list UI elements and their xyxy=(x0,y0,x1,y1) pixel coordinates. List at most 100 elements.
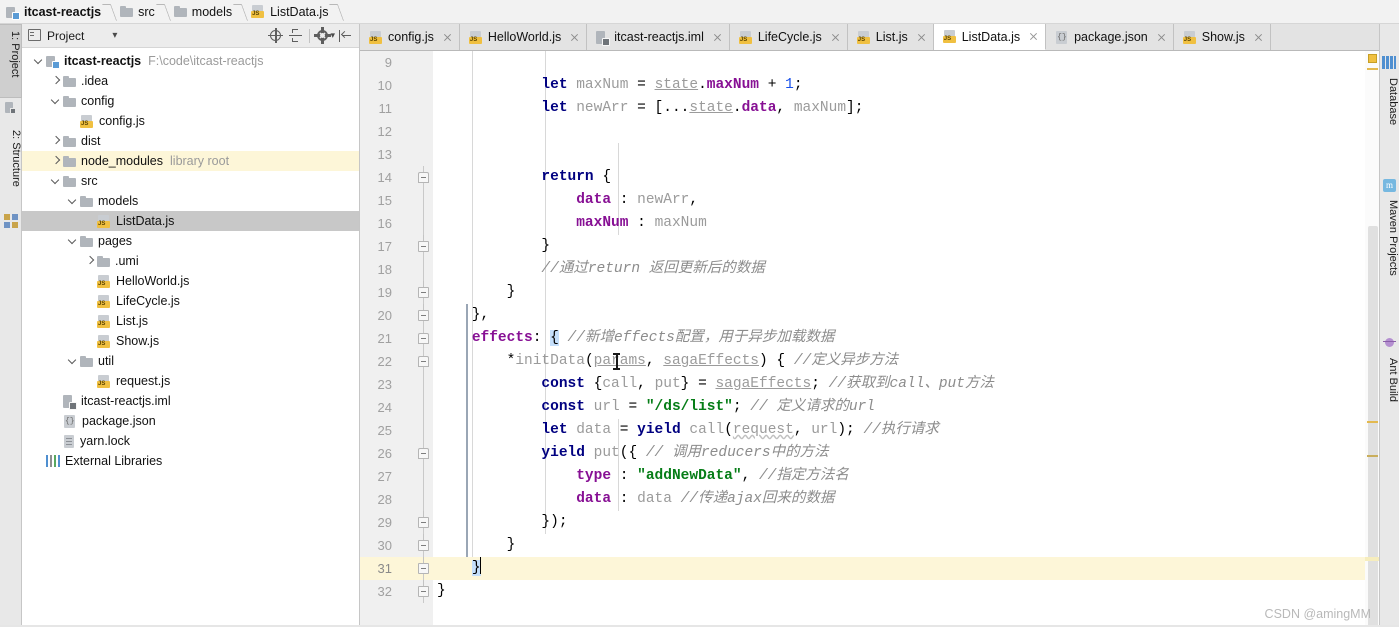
fold-toggle-icon[interactable] xyxy=(418,327,430,350)
code-line[interactable] xyxy=(433,51,1379,74)
code-line[interactable] xyxy=(433,120,1379,143)
fold-toggle-icon[interactable] xyxy=(418,511,430,534)
code-line[interactable]: }, xyxy=(433,304,1379,327)
breadcrumb-item-src[interactable]: src xyxy=(114,0,157,24)
warning-stripe[interactable] xyxy=(1367,68,1378,70)
breadcrumb-item-file[interactable]: JS ListData.js xyxy=(245,0,330,24)
fold-toggle-icon[interactable] xyxy=(418,166,430,189)
gutter-line-number[interactable]: 13 xyxy=(360,143,433,166)
editor-tab-lifecycle-js[interactable]: JS LifeCycle.js xyxy=(729,24,848,50)
editor-tab-show-js[interactable]: JS Show.js xyxy=(1173,24,1271,50)
code-line[interactable]: yield put({ // 调用reducers中的方法 xyxy=(433,442,1379,465)
close-icon[interactable] xyxy=(1252,31,1265,44)
chevron-down-icon[interactable] xyxy=(49,91,63,111)
tool-window-button-maven-projects[interactable]: Maven Projects xyxy=(1379,196,1399,308)
tree-node-src[interactable]: src xyxy=(22,171,359,191)
code-editor[interactable]: 9 10 11 12 13 14 15 16 17 18 19 20 21 22 23 24 25 26 27 28 2… xyxy=(360,51,1379,627)
warning-marker-icon[interactable] xyxy=(1368,54,1377,63)
chevron-right-icon[interactable] xyxy=(49,151,63,171)
chevron-right-icon[interactable] xyxy=(49,71,63,91)
code-line[interactable]: type : "addNewData", //指定方法名 xyxy=(433,465,1379,488)
chevron-down-icon[interactable] xyxy=(32,51,46,71)
warning-stripe[interactable] xyxy=(1367,455,1378,457)
tool-window-button-structure[interactable]: 2: Structure xyxy=(0,124,22,210)
editor-tab-package-json[interactable]: package.json xyxy=(1046,24,1174,50)
code-line[interactable]: let maxNum = state.maxNum + 1; xyxy=(433,74,1379,97)
editor-tab-itcast-reactjs-iml[interactable]: itcast-reactjs.iml xyxy=(587,24,730,50)
breadcrumb-item-project[interactable]: itcast-reactjs xyxy=(0,0,103,24)
chevron-right-icon[interactable] xyxy=(49,131,63,151)
tree-node-config-js[interactable]: JS config.js xyxy=(22,111,359,131)
tree-node--idea[interactable]: .idea xyxy=(22,71,359,91)
tree-node-listdata-js[interactable]: JS ListData.js xyxy=(22,211,359,231)
code-content[interactable]: let maxNum = state.maxNum + 1; let newAr… xyxy=(433,51,1379,627)
code-line[interactable]: data : newArr, xyxy=(433,189,1379,212)
code-line[interactable]: //通过return 返回更新后的数据 xyxy=(433,258,1379,281)
editor-marker-bar[interactable] xyxy=(1365,51,1379,627)
tree-node-request-js[interactable]: JS request.js xyxy=(22,371,359,391)
fold-toggle-icon[interactable] xyxy=(418,534,430,557)
close-icon[interactable] xyxy=(915,31,928,44)
fold-toggle-icon[interactable] xyxy=(418,557,430,580)
fold-toggle-icon[interactable] xyxy=(418,304,430,327)
tree-node-node-modules[interactable]: node_modules library root xyxy=(22,151,359,171)
close-icon[interactable] xyxy=(829,31,842,44)
tree-node-external-libraries[interactable]: External Libraries xyxy=(22,451,359,471)
gutter-line-number[interactable]: 12 xyxy=(360,120,433,143)
code-line[interactable]: return { xyxy=(433,166,1379,189)
code-line[interactable]: } xyxy=(433,580,1379,603)
tree-node-dist[interactable]: dist xyxy=(22,131,359,151)
code-line[interactable]: data : data //传递ajax回来的数据 xyxy=(433,488,1379,511)
tree-node-pages[interactable]: pages xyxy=(22,231,359,251)
code-line[interactable]: const url = "/ds/list"; // 定义请求的url xyxy=(433,396,1379,419)
warning-stripe[interactable] xyxy=(1367,421,1378,423)
tool-window-button-database[interactable]: Database xyxy=(1379,74,1399,150)
code-line-current[interactable]: } xyxy=(433,557,1379,580)
tree-node-models[interactable]: models xyxy=(22,191,359,211)
close-icon[interactable] xyxy=(441,31,454,44)
chevron-down-icon[interactable]: ▾ xyxy=(112,30,117,41)
code-line[interactable]: effects: { //新增effects配置，用于异步加载数据 xyxy=(433,327,1379,350)
code-line[interactable]: } xyxy=(433,281,1379,304)
fold-toggle-icon[interactable] xyxy=(418,442,430,465)
tool-window-button-project[interactable]: 1: Project xyxy=(0,24,22,98)
fold-toggle-icon[interactable] xyxy=(418,281,430,304)
code-line[interactable]: maxNum : maxNum xyxy=(433,212,1379,235)
tree-node-list-js[interactable]: JS List.js xyxy=(22,311,359,331)
close-icon[interactable] xyxy=(711,31,724,44)
tree-node-config[interactable]: config xyxy=(22,91,359,111)
code-line[interactable]: *initData(params, sagaEffects) { //定义异步方… xyxy=(433,350,1379,373)
locate-icon[interactable] xyxy=(266,26,286,46)
tool-window-button-ant-build[interactable]: Ant Build xyxy=(1379,354,1399,426)
close-icon[interactable] xyxy=(1027,30,1040,43)
code-line[interactable]: } xyxy=(433,534,1379,557)
breadcrumb-item-models[interactable]: models xyxy=(168,0,234,24)
gutter-line-number[interactable]: 11 xyxy=(360,97,433,120)
code-line[interactable]: const {call, put} = sagaEffects; //获取到ca… xyxy=(433,373,1379,396)
chevron-down-icon[interactable] xyxy=(49,171,63,191)
close-icon[interactable] xyxy=(568,31,581,44)
fold-toggle-icon[interactable] xyxy=(418,580,430,603)
editor-scrollbar-thumb[interactable] xyxy=(1368,226,1378,627)
collapse-all-icon[interactable] xyxy=(286,26,306,46)
code-line[interactable] xyxy=(433,143,1379,166)
code-line[interactable]: let newArr = [...state.data, maxNum]; xyxy=(433,97,1379,120)
close-icon[interactable] xyxy=(1155,31,1168,44)
chevron-right-icon[interactable] xyxy=(83,251,97,271)
chevron-down-icon[interactable] xyxy=(66,351,80,371)
chevron-down-icon[interactable] xyxy=(66,231,80,251)
hide-panel-icon[interactable] xyxy=(335,26,355,46)
tree-node-util[interactable]: util xyxy=(22,351,359,371)
fold-toggle-icon[interactable] xyxy=(418,350,430,373)
tree-node-package-json[interactable]: package.json xyxy=(22,411,359,431)
code-line[interactable]: }); xyxy=(433,511,1379,534)
tree-node-itcast-reactjs[interactable]: itcast-reactjs F:\code\itcast-reactjs xyxy=(22,51,359,71)
tree-node-lifecycle-js[interactable]: JS LifeCycle.js xyxy=(22,291,359,311)
tree-node-helloworld-js[interactable]: JS HelloWorld.js xyxy=(22,271,359,291)
tree-node-itcast-reactjs-iml[interactable]: itcast-reactjs.iml xyxy=(22,391,359,411)
settings-gear-icon[interactable] xyxy=(313,26,333,46)
gutter-line-number[interactable]: 9 xyxy=(360,51,433,74)
fold-toggle-icon[interactable] xyxy=(418,235,430,258)
code-line[interactable]: let data = yield call(request, url); //执… xyxy=(433,419,1379,442)
tree-node-show-js[interactable]: JS Show.js xyxy=(22,331,359,351)
